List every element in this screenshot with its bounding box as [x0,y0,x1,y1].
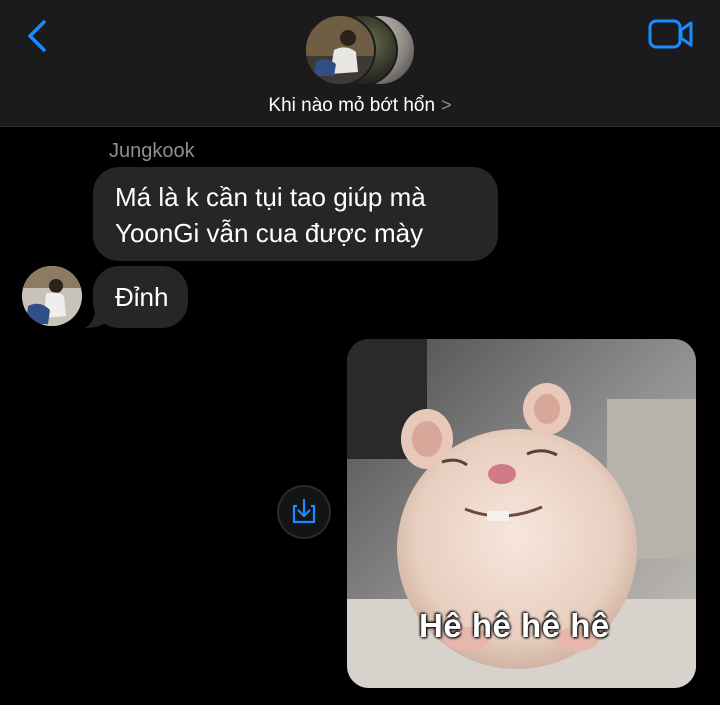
message-bubble[interactable]: Má là k cần tụi tao giúp mà YoonGi vẫn c… [93,167,498,261]
hamster-meme-image[interactable]: Hê hê hê hê [347,339,696,688]
chevron-left-icon[interactable] [22,18,54,54]
message-bubble[interactable]: Đỉnh [93,266,188,328]
group-name-button[interactable]: Khi nào mỏ bớt hổn > [0,95,720,117]
video-camera-icon[interactable] [648,18,694,50]
sender-name: Jungkook [109,140,195,162]
conversation-header: Khi nào mỏ bớt hổn > [0,0,720,127]
message-text: Má là k cần tụi tao giúp mà YoonGi vẫn c… [115,182,426,248]
group-avatar-stack[interactable] [304,14,416,86]
save-to-photos-button[interactable] [277,485,331,539]
chevron-right-icon: > [441,95,452,115]
group-member-avatar [304,14,376,86]
save-to-photos-icon [292,498,316,524]
group-name-label: Khi nào mỏ bớt hổn [268,95,436,116]
meme-caption: Hê hê hê hê [419,607,610,644]
message-text: Đỉnh [115,282,169,312]
sender-avatar[interactable] [22,266,82,326]
